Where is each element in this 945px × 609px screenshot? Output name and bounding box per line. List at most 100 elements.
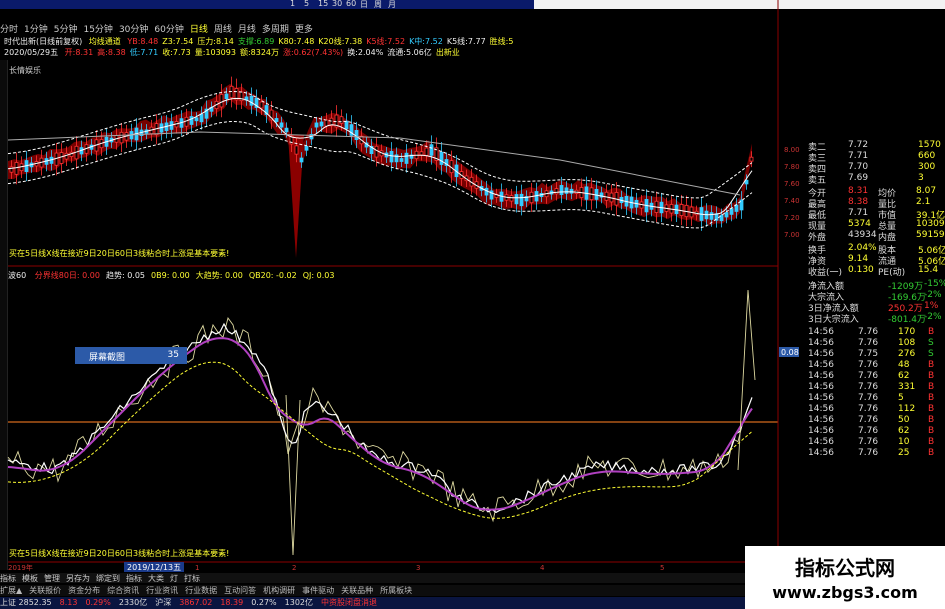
candle-body [429, 144, 434, 156]
tick-price: 7.76 [858, 404, 879, 414]
info-tab[interactable]: 资金分布 [68, 586, 100, 595]
ask-label: 卖五 [808, 176, 827, 186]
candle-body [224, 93, 229, 100]
info-tab[interactable]: 行业数据 [185, 586, 217, 595]
status-item: 8.13 [59, 598, 78, 607]
stat-row: 外盘 43934 内盘 59159 [778, 230, 945, 243]
ask-price: 7.69 [848, 173, 869, 183]
status-item: 1302亿 [284, 598, 313, 607]
stat-val: 59159 [916, 230, 945, 240]
ask-volume: 1570 [918, 140, 941, 150]
bottom-tab[interactable]: 打标 [184, 574, 200, 583]
info-tab[interactable]: 互动问答 [224, 586, 256, 595]
candle-body [404, 152, 409, 164]
candle-body [344, 120, 349, 130]
tick-price: 7.76 [858, 448, 879, 458]
candle-body [59, 152, 64, 164]
tick-price: 7.76 [858, 360, 879, 370]
x-tick-label: 5 [660, 564, 664, 572]
bottom-tab[interactable]: 大类 [148, 574, 164, 583]
tick-volume: 50 [898, 415, 910, 425]
tick-price: 7.76 [858, 371, 879, 381]
stat-val: 2.1 [916, 197, 931, 207]
tick-volume: 5 [898, 393, 904, 403]
candle-body [729, 208, 734, 215]
watermark: 指标公式网 www.zbgs3.com [745, 546, 945, 609]
info-tab[interactable]: 行业资讯 [146, 586, 178, 595]
tick-direction: B [928, 382, 935, 392]
bottom-tab[interactable]: 灯 [170, 574, 178, 583]
sub-info-segment: 0B9: 0.00 [151, 271, 190, 280]
stat-key: 外盘 [808, 233, 827, 243]
quote-panel: 卖二 7.72 1570 卖三 7.71 660 卖四 7.70 300 卖五 7.69 3 今开 8.3… [778, 140, 945, 590]
tick-time: 14:56 [808, 415, 834, 425]
indicator-spike [285, 394, 301, 556]
tick-row: 14:56 7.76 25 B [778, 448, 945, 460]
candle-body [279, 122, 284, 128]
tick-direction: B [928, 426, 935, 436]
sub-chart-info: 波60 分界线80日: 0.00 趋势: 0.05 0B9: 0.00 大趋势: 0.… [8, 270, 334, 281]
tick-volume: 170 [898, 327, 916, 337]
sub-info-segment: QB20: -0.02 [248, 271, 297, 280]
stat-key: 内盘 [878, 233, 897, 243]
sub-info-segment: 趋势: 0.05 [105, 271, 146, 280]
screenshot-popup[interactable]: 屏幕截图 35 [75, 347, 187, 364]
info-tab[interactable]: 所属板块 [380, 586, 412, 595]
candle-body [389, 150, 394, 163]
sub-indicator-name[interactable]: 波60 [8, 271, 26, 280]
ask-price: 7.70 [848, 162, 869, 172]
stat-val: 2.04% [848, 243, 877, 253]
popup-value: 35 [167, 350, 179, 360]
tick-direction: B [928, 448, 935, 458]
indicator-end-spike [737, 289, 756, 471]
bottom-tab[interactable]: 另存为 [66, 574, 90, 583]
candle-body [419, 151, 424, 156]
bottom-tab[interactable]: 绑定到 [96, 574, 120, 583]
candle-body [564, 187, 569, 194]
candle-body [259, 101, 264, 109]
info-tab[interactable]: 扩展▲ [0, 586, 22, 595]
tick-time: 14:56 [808, 371, 834, 381]
candle-body [529, 191, 534, 204]
bottom-tab[interactable]: 指标 [126, 574, 142, 583]
candle-body [399, 158, 404, 162]
candle-body [514, 194, 519, 205]
status-item: 沪深 [155, 598, 172, 607]
stat-val: 7.71 [848, 208, 869, 218]
status-item: 18.39 [220, 598, 244, 607]
info-tab[interactable]: 机构调研 [263, 586, 295, 595]
tick-price: 7.75 [858, 349, 879, 359]
status-item: 3867.02 [179, 598, 213, 607]
tick-direction: S [928, 349, 934, 359]
ask-volume: 300 [918, 162, 936, 172]
stat-val: 8.07 [916, 186, 937, 196]
status-item: 中资股闭盘消退 [321, 598, 377, 607]
tick-volume: 62 [898, 426, 910, 436]
tick-direction: B [928, 415, 935, 425]
tick-time: 14:56 [808, 338, 834, 348]
candle-body [319, 121, 324, 127]
bottom-tab[interactable]: 指标 [0, 574, 16, 583]
candle-body [314, 122, 319, 128]
tick-price: 7.76 [858, 382, 879, 392]
info-tab[interactable]: 关联报价 [29, 586, 61, 595]
candle-body [354, 130, 359, 140]
candle-body [374, 145, 379, 158]
ask-row: 卖五 7.69 3 [778, 173, 945, 186]
bottom-tab[interactable]: 管理 [44, 574, 60, 583]
info-tab[interactable]: 关联品种 [341, 586, 373, 595]
date-tag: 2019/12/13五 [127, 563, 181, 572]
stat-row: 收益(一) 0.130 PE(动) 15.4 [778, 265, 945, 278]
info-tab[interactable]: 综合资讯 [107, 586, 139, 595]
bottom-tab[interactable]: 模板 [22, 574, 38, 583]
tick-time: 14:56 [808, 382, 834, 392]
info-tab[interactable]: 事件驱动 [302, 586, 334, 595]
candle-body [594, 188, 599, 200]
candle-body [294, 145, 299, 155]
tick-direction: B [928, 393, 935, 403]
lower-chart-note: 买在5日线X线在接近9日20日60日3线粘合时上涨是基本要素! [9, 548, 229, 558]
stat-key: 收益(一) [808, 268, 843, 278]
tick-time: 14:56 [808, 349, 834, 359]
candle-body [339, 116, 344, 124]
stat-val: 9.14 [848, 254, 869, 264]
